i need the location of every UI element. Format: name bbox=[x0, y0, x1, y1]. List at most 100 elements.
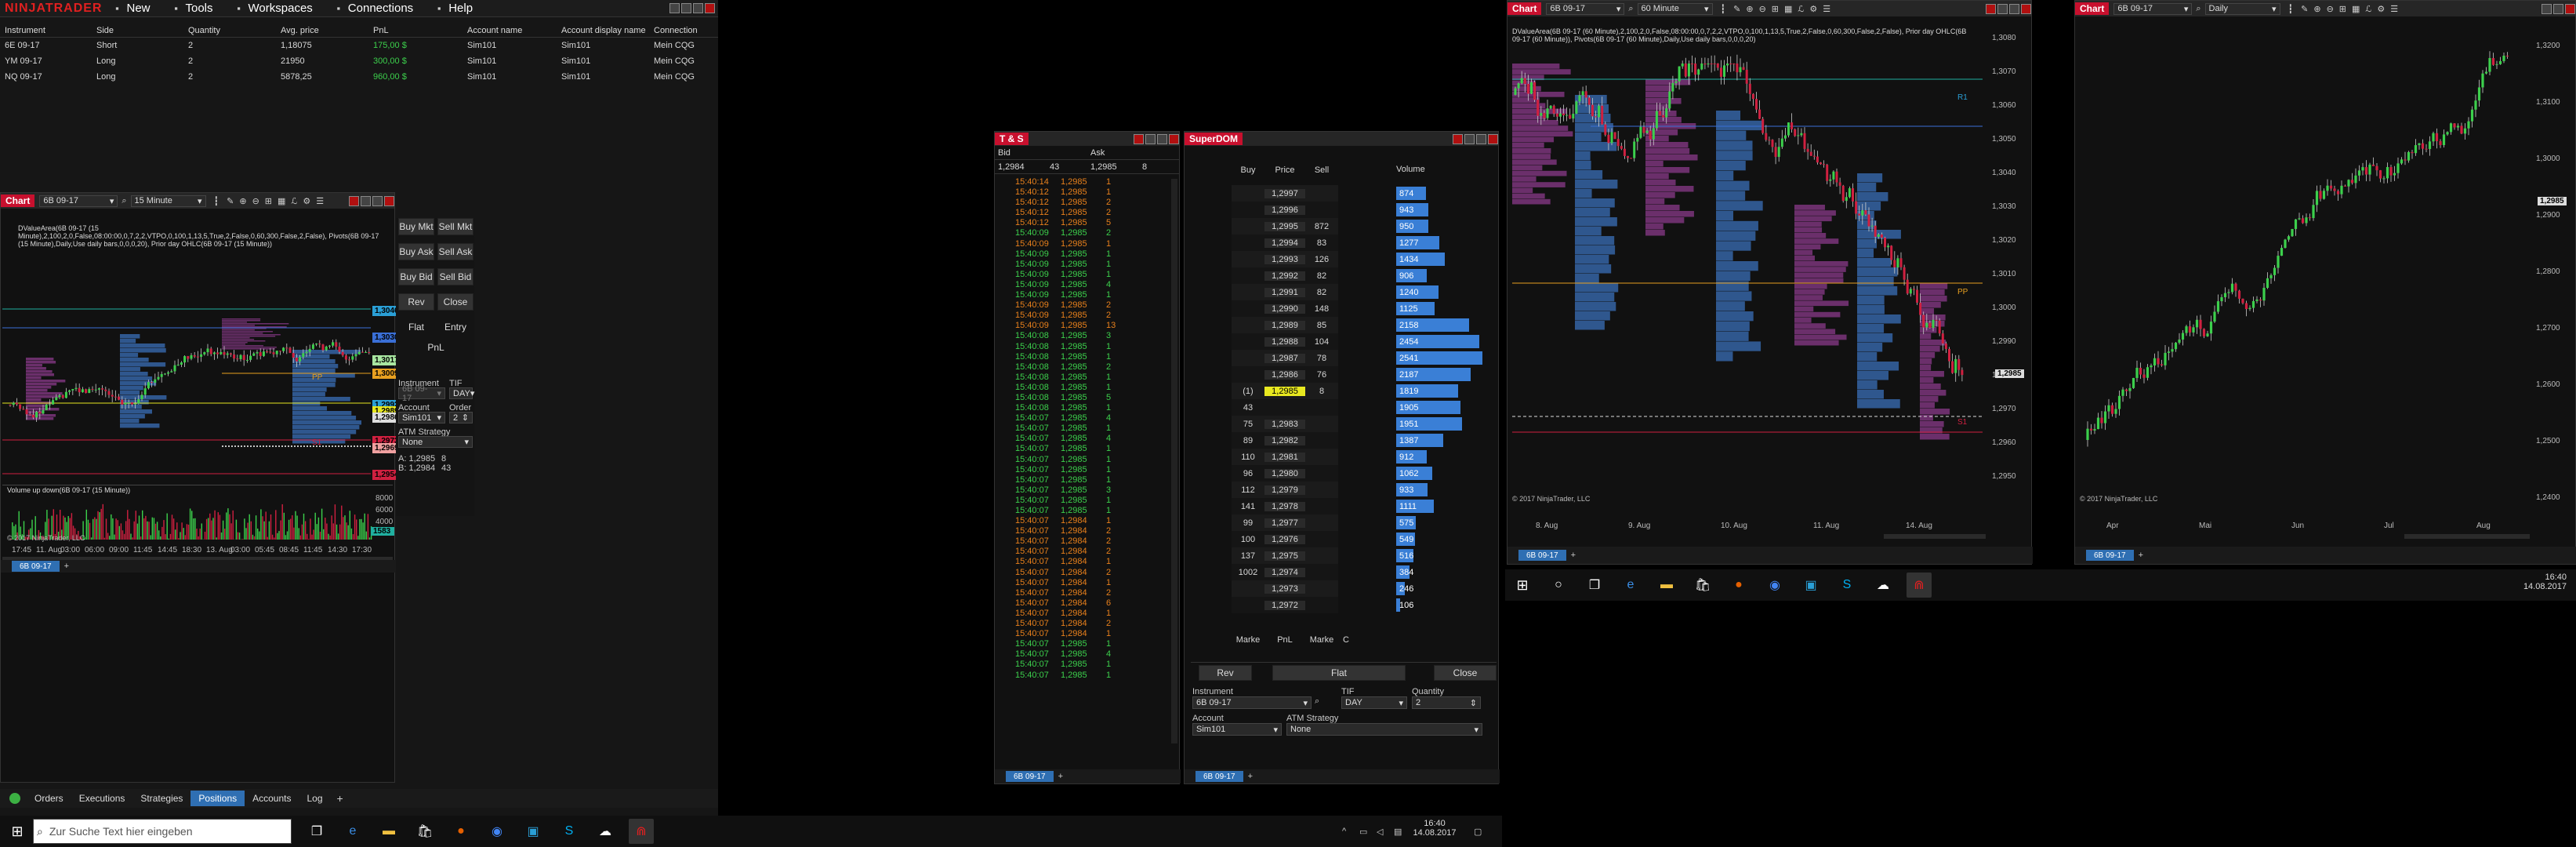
dom-buy-cell[interactable]: 43 bbox=[1232, 403, 1264, 413]
tab-executions[interactable]: Executions bbox=[71, 791, 133, 806]
app-icon[interactable]: ☁ bbox=[1870, 573, 1896, 598]
dom-sell-cell[interactable]: 8 bbox=[1305, 387, 1338, 396]
draw-tool-icon[interactable]: ✎ bbox=[1733, 4, 1740, 14]
close-column-button[interactable]: C bbox=[1338, 635, 1354, 645]
task-view-icon[interactable]: ❐ bbox=[1582, 573, 1607, 598]
rev-button[interactable]: Rev bbox=[1199, 665, 1252, 681]
sell-bid-button[interactable]: Sell Bid bbox=[437, 268, 473, 285]
link-icon[interactable] bbox=[1986, 3, 1996, 14]
sell-ask-button[interactable]: Sell Ask bbox=[437, 243, 473, 260]
taskbar-search-input[interactable]: ⌕ Zur Suche Text hier eingeben bbox=[33, 819, 292, 844]
remote-desktop-icon[interactable]: ▣ bbox=[1798, 573, 1823, 598]
properties-icon[interactable]: ☰ bbox=[1823, 4, 1830, 14]
file-explorer-icon[interactable]: ▬ bbox=[376, 819, 401, 844]
dom-price-cell[interactable]: 1,2976 bbox=[1264, 534, 1305, 544]
zoom-in-icon[interactable]: ⊕ bbox=[1746, 4, 1753, 14]
dom-price-cell[interactable]: 1,2986 bbox=[1264, 369, 1305, 380]
add-tab-icon[interactable]: + bbox=[337, 792, 343, 805]
dom-sell-cell[interactable]: 126 bbox=[1305, 255, 1338, 264]
close-icon[interactable] bbox=[1488, 133, 1498, 144]
close-button[interactable]: Close bbox=[437, 293, 473, 311]
tab-accounts[interactable]: Accounts bbox=[245, 791, 299, 806]
tif-field[interactable]: DAY ▾ bbox=[1341, 696, 1407, 709]
table-row[interactable]: NQ 09-17 Long 2 5878,25 960,00 $ Sim101 Sim101… bbox=[0, 69, 718, 85]
crosshair-icon[interactable]: ⊞ bbox=[265, 196, 272, 206]
minimize-icon[interactable] bbox=[2542, 3, 2552, 14]
dom-sell-cell[interactable]: 82 bbox=[1305, 288, 1338, 297]
dom-price-cell[interactable]: 1,2973 bbox=[1264, 583, 1305, 594]
dom-price-cell[interactable]: 1,2980 bbox=[1264, 468, 1305, 478]
dom-row[interactable]: 1,2986 76 bbox=[1232, 366, 1338, 383]
dom-price-cell[interactable]: 1,2983 bbox=[1264, 419, 1305, 429]
data-box-icon[interactable]: ▦ bbox=[2352, 4, 2360, 14]
dom-price-cell[interactable]: 1,2975 bbox=[1264, 551, 1305, 561]
dom-row[interactable]: 1,2988 104 bbox=[1232, 333, 1338, 350]
dom-buy-cell[interactable]: 100 bbox=[1232, 535, 1264, 544]
maximize-icon[interactable] bbox=[693, 3, 703, 13]
tab-positions[interactable]: Positions bbox=[190, 791, 245, 806]
data-box-icon[interactable]: ▦ bbox=[278, 196, 285, 206]
dom-sell-cell[interactable]: 83 bbox=[1305, 238, 1338, 248]
dom-sell-cell[interactable]: 82 bbox=[1305, 271, 1338, 281]
dom-tab[interactable]: 6B 09-17 bbox=[1195, 771, 1243, 782]
cortana-icon[interactable]: ○ bbox=[1546, 573, 1571, 598]
table-row[interactable]: 6E 09-17 Short 2 1,18075 175,00 $ Sim101 Sim10… bbox=[0, 38, 718, 53]
zoom-in-icon[interactable]: ⊕ bbox=[239, 196, 246, 206]
search-icon[interactable]: ⌕ bbox=[1315, 696, 1319, 707]
firefox-icon[interactable]: ● bbox=[1726, 573, 1751, 598]
close-icon[interactable] bbox=[1169, 133, 1179, 144]
dom-price-cell[interactable]: 1,2996 bbox=[1264, 205, 1305, 215]
price-panel-svg[interactable] bbox=[2080, 32, 2527, 511]
dom-price-cell[interactable]: 1,2997 bbox=[1264, 188, 1305, 198]
instrument-selector[interactable]: 6B 09-17 ▾ bbox=[2113, 2, 2193, 15]
windows-start-icon[interactable]: ⊞ bbox=[5, 819, 30, 844]
add-tab-icon[interactable]: + bbox=[1058, 772, 1063, 781]
ninjatrader-icon[interactable]: ⋒ bbox=[1907, 573, 1932, 598]
dom-row[interactable]: (1) 1,2985 8 bbox=[1232, 383, 1338, 399]
dom-price-cell[interactable]: 1,2991 bbox=[1264, 287, 1305, 297]
data-box-icon[interactable]: ▦ bbox=[1784, 4, 1792, 14]
dom-price-cell[interactable]: 1,2994 bbox=[1264, 238, 1305, 248]
account-field[interactable]: Sim101 ▾ bbox=[398, 412, 445, 424]
link-icon[interactable] bbox=[1134, 133, 1144, 144]
dom-row[interactable]: 1,2992 82 bbox=[1232, 267, 1338, 284]
column-header[interactable]: PnL bbox=[368, 26, 463, 35]
dom-buy-cell[interactable]: (1) bbox=[1232, 387, 1264, 396]
strategies-icon[interactable]: ⚙ bbox=[2377, 4, 2385, 14]
close-icon[interactable] bbox=[384, 195, 394, 206]
flat-button[interactable]: Flat bbox=[398, 318, 434, 336]
dom-price-cell[interactable]: 1,2979 bbox=[1264, 485, 1305, 495]
close-button[interactable]: Close bbox=[1434, 665, 1497, 681]
notifications-icon[interactable]: ▢ bbox=[1474, 827, 1482, 837]
dom-row[interactable]: 1,2996 bbox=[1232, 202, 1338, 218]
dom-row[interactable]: 1,2987 78 bbox=[1232, 350, 1338, 366]
dom-price-cell[interactable]: 1,2990 bbox=[1264, 304, 1305, 314]
crosshair-icon[interactable]: ⊞ bbox=[1772, 4, 1779, 14]
dom-price-cell[interactable]: 1,2992 bbox=[1264, 271, 1305, 281]
chrome-icon[interactable]: ◉ bbox=[1762, 573, 1787, 598]
dom-price-cell[interactable]: 1,2978 bbox=[1264, 501, 1305, 511]
bar-type-icon[interactable]: ┇ bbox=[2288, 4, 2294, 14]
maximize-icon[interactable] bbox=[1157, 133, 1167, 144]
vertical-scrollbar[interactable] bbox=[1171, 179, 1177, 743]
language-icon[interactable]: ▤ bbox=[1394, 827, 1402, 837]
dom-row[interactable]: 1,2991 82 bbox=[1232, 284, 1338, 300]
dom-sell-cell[interactable]: 148 bbox=[1305, 304, 1338, 314]
link-icon[interactable] bbox=[1453, 133, 1463, 144]
properties-icon[interactable]: ☰ bbox=[316, 196, 324, 206]
minimize-icon[interactable] bbox=[1464, 133, 1475, 144]
skype-icon[interactable]: S bbox=[557, 819, 582, 844]
tif-field[interactable]: DAY ▾ bbox=[449, 387, 474, 399]
remote-desktop-icon[interactable]: ▣ bbox=[521, 819, 546, 844]
tray-chevron-icon[interactable]: ^ bbox=[1342, 827, 1346, 836]
dom-buy-cell[interactable]: 110 bbox=[1232, 453, 1264, 462]
add-tab-icon[interactable]: + bbox=[2139, 551, 2143, 560]
sell-mkt-button[interactable]: Sell Mkt bbox=[437, 218, 473, 235]
dom-sell-cell[interactable]: 872 bbox=[1305, 222, 1338, 231]
draw-tool-icon[interactable]: ✎ bbox=[2301, 4, 2308, 14]
dom-row[interactable]: 1,2973 bbox=[1232, 580, 1338, 597]
quantity-field[interactable]: 2 ⇕ bbox=[1412, 696, 1481, 709]
minimize-icon[interactable] bbox=[361, 195, 371, 206]
interval-selector[interactable]: 60 Minute ▾ bbox=[1637, 2, 1713, 15]
dom-price-cell[interactable]: 1,2981 bbox=[1264, 452, 1305, 462]
